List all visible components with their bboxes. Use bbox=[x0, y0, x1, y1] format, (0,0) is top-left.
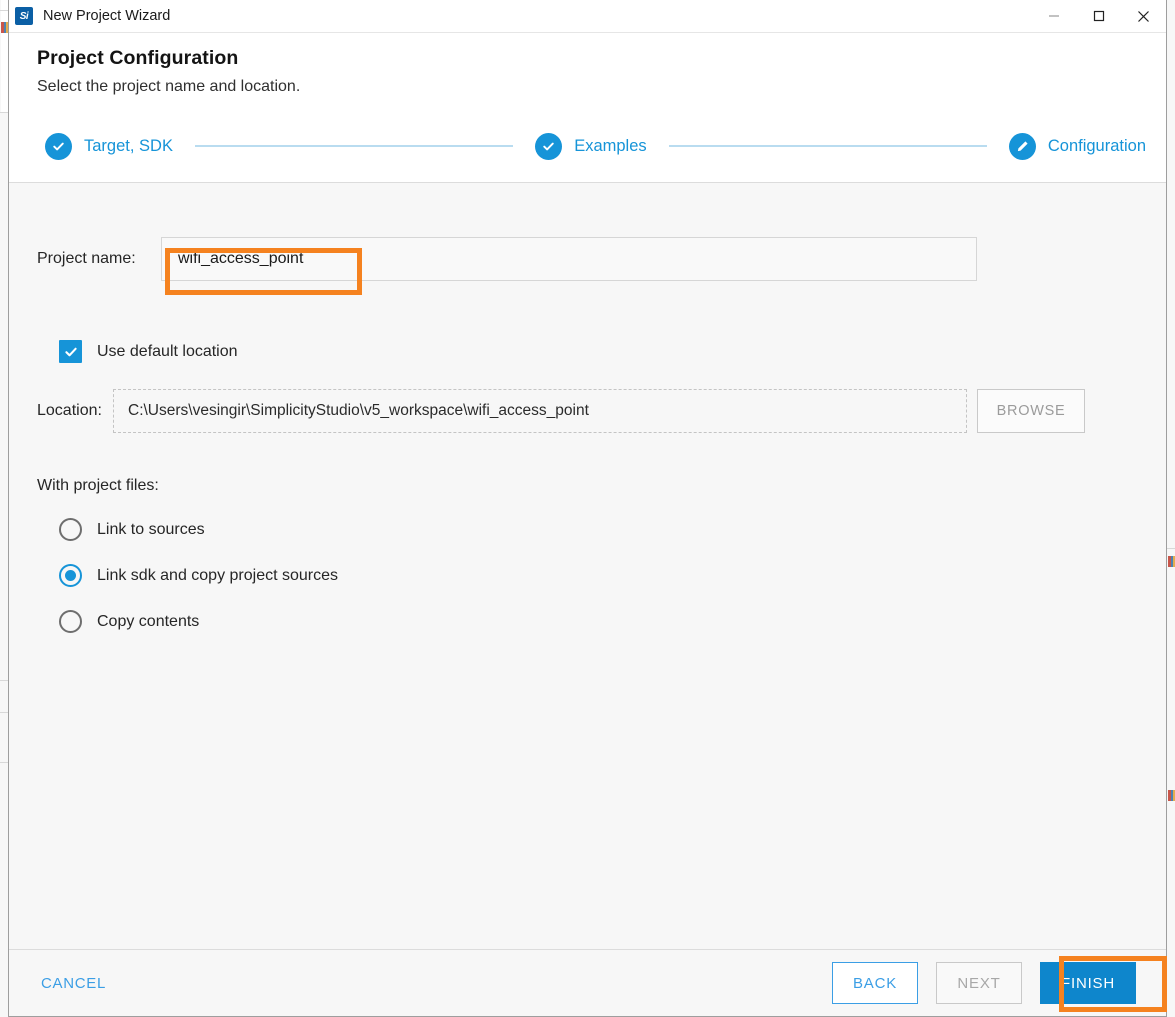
step-label: Examples bbox=[574, 136, 647, 155]
wizard-stepper: Target, SDK Examples Configuration bbox=[9, 110, 1166, 183]
page-subtitle: Select the project name and location. bbox=[37, 78, 301, 95]
location-row: Location: C:\Users\vesingir\SimplicitySt… bbox=[37, 389, 1138, 433]
step-examples[interactable]: Examples bbox=[535, 132, 647, 160]
use-default-location-row[interactable]: Use default location bbox=[59, 340, 1138, 363]
check-icon bbox=[45, 132, 72, 160]
page-title: Project Configuration bbox=[37, 47, 239, 69]
simplicity-studio-icon: Si bbox=[15, 7, 33, 25]
location-input: C:\Users\vesingir\SimplicityStudio\v5_wo… bbox=[113, 389, 967, 433]
step-configuration[interactable]: Configuration bbox=[1008, 132, 1147, 160]
dialog-header: Project Configuration Select the project… bbox=[9, 33, 1166, 110]
step-target-sdk[interactable]: Target, SDK bbox=[45, 132, 173, 160]
radio-button-selected[interactable] bbox=[59, 564, 82, 587]
cancel-button[interactable]: CANCEL bbox=[37, 967, 110, 1000]
radio-label: Link to sources bbox=[97, 520, 205, 538]
finish-button[interactable]: FINISH bbox=[1040, 962, 1136, 1004]
radio-button[interactable] bbox=[59, 610, 82, 633]
footer-action-buttons: BACK NEXT FINISH bbox=[831, 962, 1146, 1004]
window-controls bbox=[1031, 0, 1166, 32]
location-label: Location: bbox=[37, 402, 102, 419]
stepper-connector bbox=[194, 145, 514, 147]
pencil-icon bbox=[1008, 132, 1036, 160]
stepper-connector bbox=[668, 145, 987, 147]
back-button[interactable]: BACK bbox=[831, 962, 919, 1004]
radio-link-to-sources[interactable]: Link to sources bbox=[59, 518, 1138, 541]
use-default-location-checkbox[interactable] bbox=[59, 340, 82, 363]
step-label: Target, SDK bbox=[84, 136, 173, 155]
window-title: New Project Wizard bbox=[43, 8, 171, 24]
radio-link-sdk-copy-sources[interactable]: Link sdk and copy project sources bbox=[59, 564, 1138, 587]
next-button: NEXT bbox=[936, 962, 1023, 1004]
title-bar: Si New Project Wizard bbox=[9, 0, 1166, 33]
project-files-label: With project files: bbox=[37, 477, 159, 494]
project-name-input[interactable]: wifi_access_point bbox=[161, 237, 977, 281]
radio-button[interactable] bbox=[59, 518, 82, 541]
step-label: Configuration bbox=[1047, 136, 1147, 155]
radio-copy-contents[interactable]: Copy contents bbox=[59, 610, 1138, 633]
dialog-content: Project name: wifi_access_point Use defa… bbox=[9, 183, 1166, 949]
radio-label: Copy contents bbox=[97, 612, 200, 630]
new-project-wizard-dialog: Si New Project Wizard Project Configurat… bbox=[8, 0, 1167, 1017]
project-name-row: Project name: wifi_access_point bbox=[37, 183, 1138, 281]
minimize-icon[interactable] bbox=[1031, 0, 1076, 32]
use-default-location-label: Use default location bbox=[97, 342, 238, 360]
dialog-footer: CANCEL BACK NEXT FINISH bbox=[9, 949, 1166, 1016]
project-name-label: Project name: bbox=[37, 250, 136, 267]
maximize-icon[interactable] bbox=[1076, 0, 1121, 32]
radio-label: Link sdk and copy project sources bbox=[97, 566, 339, 584]
check-icon bbox=[535, 132, 563, 160]
browse-button: BROWSE bbox=[977, 389, 1085, 433]
close-icon[interactable] bbox=[1121, 0, 1166, 32]
